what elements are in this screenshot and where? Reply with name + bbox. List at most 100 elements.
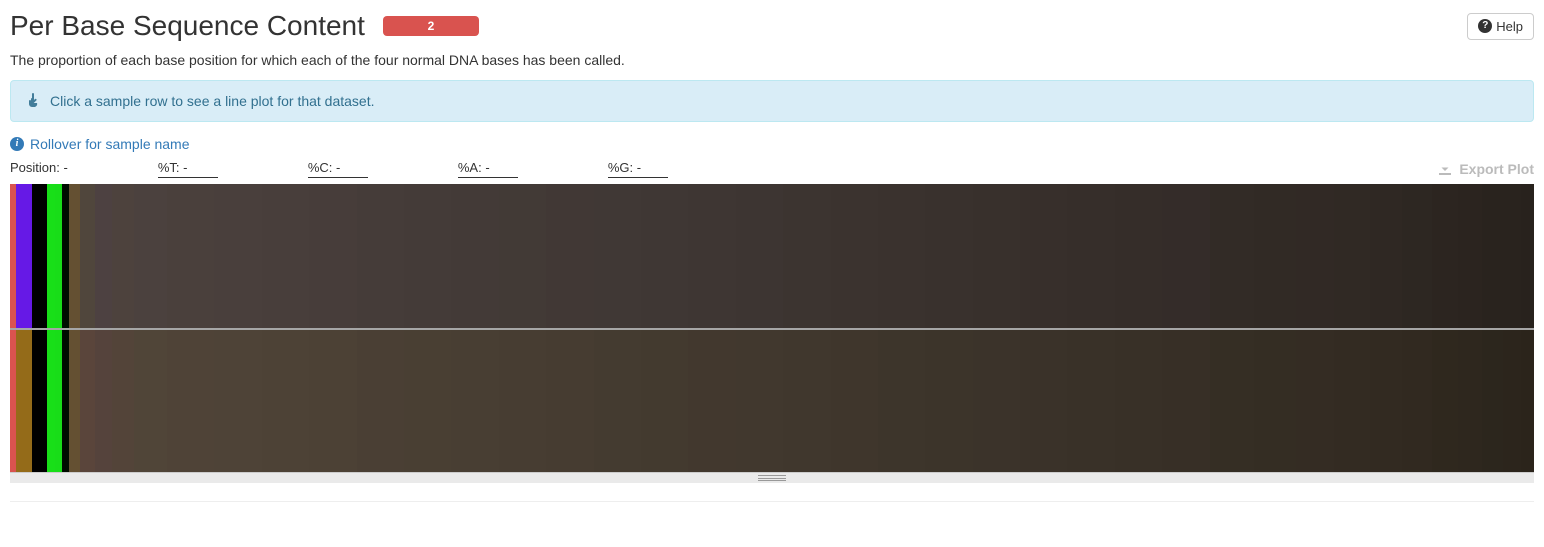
heatmap-cell[interactable]: [499, 184, 546, 328]
heatmap-cell[interactable]: [80, 330, 95, 472]
heatmap-cell[interactable]: [262, 330, 309, 472]
heatmap-cell[interactable]: [1020, 330, 1067, 472]
heatmap-cell[interactable]: [1296, 330, 1335, 472]
heatmap-cell[interactable]: [16, 184, 32, 328]
heatmap-cell[interactable]: [1162, 330, 1209, 472]
heatmap-cell[interactable]: [69, 184, 79, 328]
heatmap-cell[interactable]: [357, 184, 404, 328]
heatmap-cell[interactable]: [1503, 330, 1521, 472]
heatmap-cell[interactable]: [783, 330, 830, 472]
heatmap-cell[interactable]: [925, 184, 972, 328]
heatmap-cell[interactable]: [925, 330, 972, 472]
heatmap-cell[interactable]: [1482, 330, 1503, 472]
heatmap-cell[interactable]: [594, 184, 641, 328]
heatmap-cell[interactable]: [167, 330, 214, 472]
heatmap-cell[interactable]: [309, 184, 356, 328]
heatmap-cell[interactable]: [831, 184, 878, 328]
heatmap-cell[interactable]: [878, 184, 925, 328]
heatmap-scrollbar[interactable]: [10, 473, 1534, 483]
heatmap-cell[interactable]: [1482, 184, 1503, 328]
heatmap-cell[interactable]: [1334, 330, 1370, 472]
heatmap-cell[interactable]: [1115, 184, 1162, 328]
heatmap-cell[interactable]: [32, 184, 47, 328]
help-button-label: Help: [1496, 19, 1523, 34]
heatmap-cell[interactable]: [1067, 330, 1114, 472]
heatmap-cell[interactable]: [134, 330, 167, 472]
heatmap-cell[interactable]: [1402, 330, 1432, 472]
heatmap-plot[interactable]: [10, 184, 1534, 483]
heatmap-cell[interactable]: [736, 184, 783, 328]
heatmap-cell[interactable]: [95, 330, 113, 472]
help-icon: ?: [1478, 19, 1492, 33]
stat-t: %T: -: [158, 160, 218, 178]
help-button[interactable]: ? Help: [1467, 13, 1534, 40]
heatmap-cell[interactable]: [1402, 184, 1432, 328]
heatmap-cell[interactable]: [62, 330, 69, 472]
heatmap-cell[interactable]: [1521, 184, 1534, 328]
heatmap-cell[interactable]: [47, 184, 54, 328]
heatmap-cell[interactable]: [594, 330, 641, 472]
heatmap-cell[interactable]: [973, 330, 1020, 472]
heatmap-cell[interactable]: [55, 330, 62, 472]
heatmap-cell[interactable]: [546, 184, 593, 328]
heatmap-cell[interactable]: [499, 330, 546, 472]
heatmap-cell[interactable]: [1067, 184, 1114, 328]
heatmap-cell[interactable]: [1458, 184, 1482, 328]
export-plot-button[interactable]: Export Plot: [1437, 161, 1534, 177]
heatmap-cell[interactable]: [451, 330, 498, 472]
divider: [10, 501, 1534, 502]
heatmap-cell[interactable]: [546, 330, 593, 472]
heatmap-cell[interactable]: [309, 330, 356, 472]
heatmap-cell[interactable]: [1296, 184, 1335, 328]
heatmap-cell[interactable]: [1254, 330, 1295, 472]
heatmap-cell[interactable]: [1458, 330, 1482, 472]
heatmap-cell[interactable]: [641, 184, 688, 328]
heatmap-cell[interactable]: [404, 330, 451, 472]
heatmap-cell[interactable]: [451, 184, 498, 328]
heatmap-cell[interactable]: [80, 184, 95, 328]
heatmap-cell[interactable]: [69, 330, 79, 472]
section-header: Per Base Sequence Content 2 ? Help: [10, 10, 1534, 42]
heatmap-cell[interactable]: [32, 330, 47, 472]
heatmap-row[interactable]: [10, 328, 1534, 472]
heatmap-cell[interactable]: [1432, 330, 1459, 472]
rollover-hint: i Rollover for sample name: [10, 136, 1534, 152]
heatmap-cell[interactable]: [1370, 330, 1403, 472]
heatmap-cell[interactable]: [831, 330, 878, 472]
heatmap-cell[interactable]: [214, 184, 261, 328]
heatmap-cell[interactable]: [1210, 184, 1254, 328]
heatmap-cell[interactable]: [1432, 184, 1459, 328]
heatmap-cell[interactable]: [783, 184, 830, 328]
info-alert: Click a sample row to see a line plot fo…: [10, 80, 1534, 122]
heatmap-cell[interactable]: [112, 184, 134, 328]
heatmap-cell[interactable]: [357, 330, 404, 472]
heatmap-cell[interactable]: [1162, 184, 1209, 328]
heatmap-cell[interactable]: [16, 330, 32, 472]
heatmap-cell[interactable]: [1521, 330, 1534, 472]
heatmap-cell[interactable]: [1334, 184, 1370, 328]
heatmap-cell[interactable]: [47, 330, 54, 472]
heatmap-cell[interactable]: [1254, 184, 1295, 328]
heatmap-cell[interactable]: [112, 330, 134, 472]
heatmap-cell[interactable]: [1503, 184, 1521, 328]
heatmap-cell[interactable]: [688, 330, 735, 472]
heatmap-cell[interactable]: [1210, 330, 1254, 472]
heatmap-cell[interactable]: [62, 184, 69, 328]
heatmap-cell[interactable]: [262, 184, 309, 328]
heatmap-cell[interactable]: [167, 184, 214, 328]
heatmap-cell[interactable]: [214, 330, 261, 472]
heatmap-cell[interactable]: [55, 184, 62, 328]
heatmap-cell[interactable]: [641, 330, 688, 472]
heatmap-cell[interactable]: [688, 184, 735, 328]
heatmap-cell[interactable]: [134, 184, 167, 328]
heatmap-row[interactable]: [10, 184, 1534, 328]
heatmap-cell[interactable]: [1115, 330, 1162, 472]
heatmap-cell[interactable]: [736, 330, 783, 472]
heatmap-cell[interactable]: [404, 184, 451, 328]
heatmap-cell[interactable]: [878, 330, 925, 472]
heatmap-cell[interactable]: [1020, 184, 1067, 328]
hand-pointer-icon: [26, 93, 42, 109]
heatmap-cell[interactable]: [95, 184, 113, 328]
heatmap-cell[interactable]: [973, 184, 1020, 328]
heatmap-cell[interactable]: [1370, 184, 1403, 328]
